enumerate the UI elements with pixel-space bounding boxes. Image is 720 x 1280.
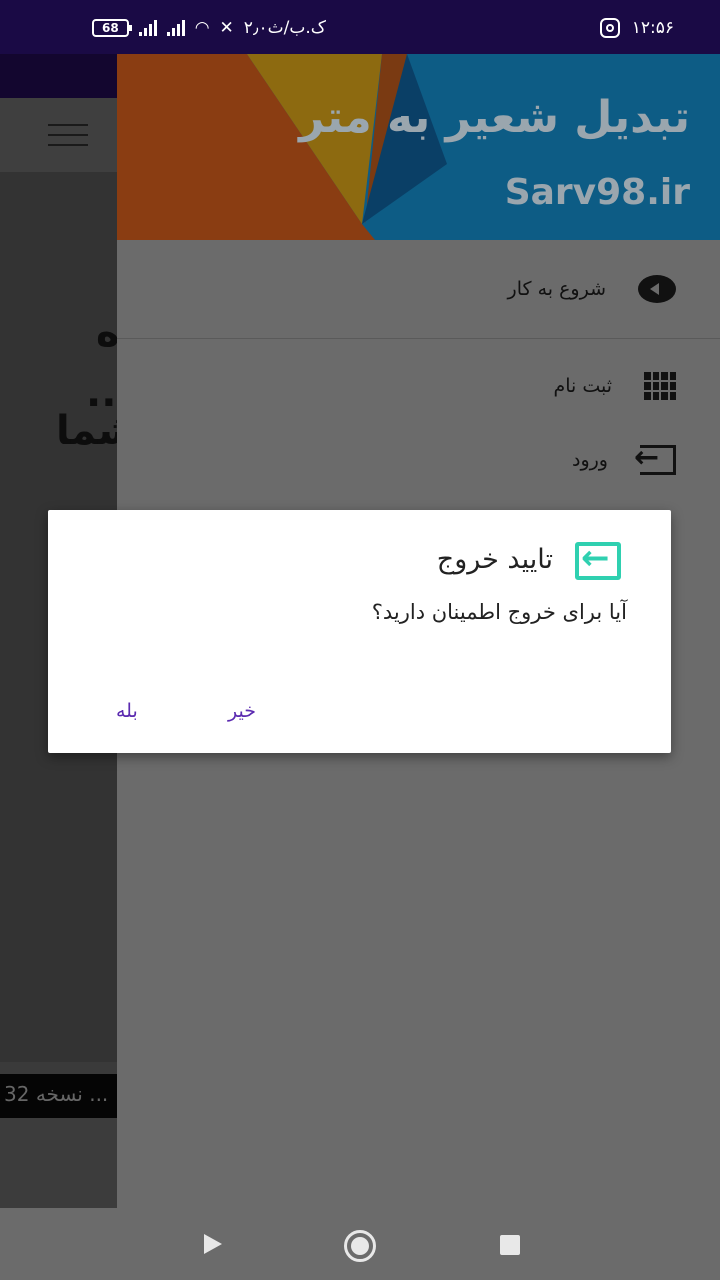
- no-button[interactable]: خیر: [228, 700, 256, 722]
- login-icon: [634, 440, 676, 475]
- wifi-icon: ◠: [194, 18, 210, 38]
- header-site: Sarv98.ir: [504, 172, 690, 213]
- battery-icon: 68: [92, 19, 132, 37]
- bell-muted-icon: ✕: [219, 18, 234, 38]
- status-bar: 68 ◠ ✕ ۲٫۰ک.ب/ث ۱۲:۵۶: [0, 0, 720, 54]
- drawer-item-start[interactable]: شروع به کار: [117, 259, 720, 319]
- drawer-item-label: ثبت نام: [553, 375, 612, 397]
- signal-icon: [138, 20, 157, 36]
- back-icon[interactable]: [204, 1234, 222, 1254]
- drawer-item-label: شروع به کار: [507, 278, 606, 300]
- register-icon: [644, 372, 676, 400]
- drawer-item-label: ورود: [572, 449, 608, 471]
- system-nav-bar: [0, 1208, 720, 1280]
- instagram-icon: [599, 18, 620, 38]
- dialog-message: آیا برای خروج اطمینان دارید؟: [371, 600, 627, 624]
- home-icon[interactable]: [344, 1230, 376, 1262]
- play-icon: [638, 275, 676, 303]
- recents-icon[interactable]: [500, 1235, 520, 1255]
- signal-icon: [166, 20, 185, 36]
- yes-button[interactable]: بله: [116, 700, 138, 722]
- drawer-header: تبدیل شعیر به متر Sarv98.ir: [117, 54, 720, 240]
- network-speed: ۲٫۰ک.ب/ث: [243, 18, 326, 38]
- status-right: ۱۲:۵۶: [599, 18, 674, 38]
- exit-confirm-dialog: ← تایید خروج آیا برای خروج اطمینان دارید…: [48, 510, 671, 753]
- divider: [117, 338, 720, 339]
- status-left: 68 ◠ ✕ ۲٫۰ک.ب/ث: [92, 18, 326, 38]
- menu-icon[interactable]: [48, 124, 88, 146]
- clock: ۱۲:۵۶: [631, 18, 674, 38]
- dialog-title: تایید خروج: [436, 544, 553, 575]
- header-title: تبدیل شعیر به متر: [299, 92, 690, 143]
- drawer-item-register[interactable]: ثبت نام: [117, 356, 720, 416]
- drawer-item-login[interactable]: ورود: [117, 430, 720, 490]
- exit-icon: ←: [575, 538, 621, 580]
